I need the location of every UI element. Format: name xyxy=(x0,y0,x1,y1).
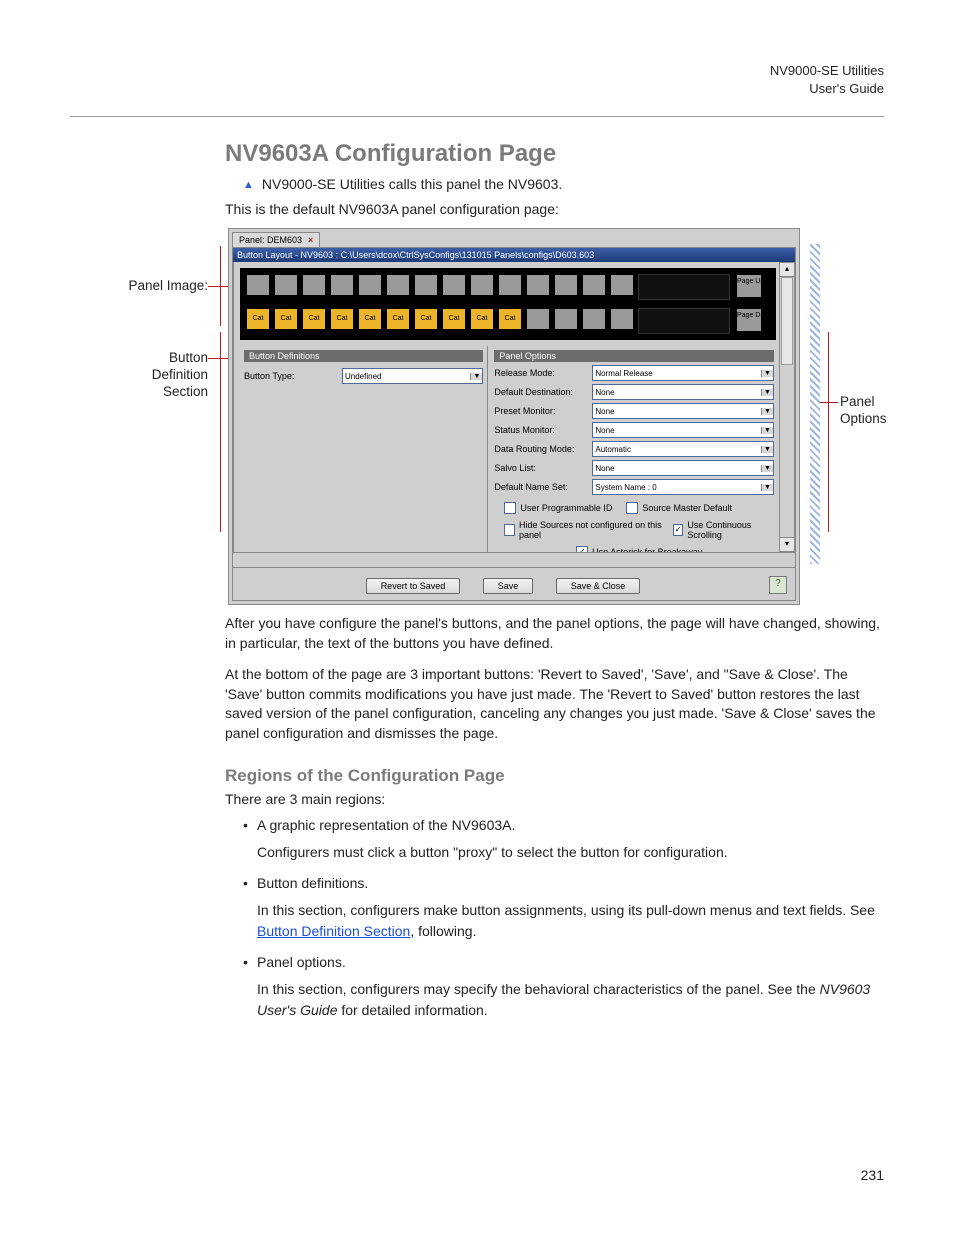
scroll-up-icon[interactable]: ▴ xyxy=(780,263,794,277)
checkbox-source-master-default[interactable]: Source Master Default xyxy=(626,502,732,514)
panel-button[interactable] xyxy=(582,308,606,330)
option-label: Status Monitor: xyxy=(494,425,592,435)
category-button[interactable]: Cat xyxy=(414,308,438,330)
panel-button[interactable] xyxy=(554,308,578,330)
panel-button[interactable] xyxy=(386,274,410,296)
panel-button[interactable] xyxy=(330,274,354,296)
option-select[interactable]: System Name : 0▼ xyxy=(592,479,774,495)
paragraph-after-2: At the bottom of the page are 3 importan… xyxy=(225,665,884,743)
panel-button[interactable] xyxy=(526,274,550,296)
option-label: Salvo List: xyxy=(494,463,592,473)
annotation-panel-options: Panel Options xyxy=(840,394,887,428)
chevron-down-icon: ▼ xyxy=(761,408,773,415)
option-label: Default Name Set: xyxy=(494,482,592,492)
category-button[interactable]: Cat xyxy=(302,308,326,330)
save-close-button[interactable]: Save & Close xyxy=(556,578,641,594)
scroll-down-icon[interactable]: ▾ xyxy=(780,537,794,551)
page-down-button[interactable]: Page Down xyxy=(736,308,762,332)
note-line: ▲NV9000-SE Utilities calls this panel th… xyxy=(243,176,884,192)
checkbox-continuous-scrolling[interactable]: ✓Use Continuous Scrolling xyxy=(673,520,774,540)
category-button[interactable]: Cat xyxy=(358,308,382,330)
option-select[interactable]: Automatic▼ xyxy=(592,441,774,457)
panel-button[interactable] xyxy=(302,274,326,296)
option-select[interactable]: None▼ xyxy=(592,384,774,400)
help-icon[interactable]: ? xyxy=(769,576,787,594)
annotation-button-definition: Button Definition Section xyxy=(100,350,208,401)
panel-button[interactable] xyxy=(274,274,298,296)
panel-image: Page UpSrc ModeClear CatCatCatCatCatCatC… xyxy=(240,268,776,340)
header-product: NV9000-SE Utilities xyxy=(770,62,884,80)
category-button[interactable]: Cat xyxy=(246,308,270,330)
triangle-icon: ▲ xyxy=(243,179,254,191)
category-button[interactable]: Cat xyxy=(470,308,494,330)
panel-button[interactable] xyxy=(246,274,270,296)
option-select[interactable]: None▼ xyxy=(592,422,774,438)
option-label: Preset Monitor: xyxy=(494,406,592,416)
option-label: Default Destination: xyxy=(494,387,592,397)
vertical-scrollbar[interactable]: ▴▾ xyxy=(779,262,795,552)
chevron-down-icon: ▼ xyxy=(761,389,773,396)
panel-display xyxy=(638,308,730,334)
chevron-down-icon: ▼ xyxy=(470,373,482,380)
checkbox-user-programmable-id[interactable]: User Programmable ID xyxy=(504,502,612,514)
link-button-definition-section[interactable]: Button Definition Section xyxy=(257,923,410,939)
checkbox-hide-sources[interactable]: Hide Sources not configured on this pane… xyxy=(504,520,662,540)
panel-button[interactable] xyxy=(582,274,606,296)
header-rule xyxy=(70,116,884,117)
save-button[interactable]: Save xyxy=(483,578,534,594)
button-type-select[interactable]: Undefined▼ xyxy=(342,368,483,384)
page-title: NV9603A Configuration Page xyxy=(225,140,884,168)
header-doc: User's Guide xyxy=(770,80,884,98)
page-up-button[interactable]: Page Up xyxy=(736,274,762,298)
screenshot-nv9603a-config: Panel: DEM603× Button Layout - NV9603 : … xyxy=(228,228,800,605)
chevron-down-icon: ▼ xyxy=(761,446,773,453)
option-select[interactable]: Normal Release▼ xyxy=(592,365,774,381)
panel-button[interactable] xyxy=(526,308,550,330)
chevron-down-icon: ▼ xyxy=(761,370,773,377)
regions-list: A graphic representation of the NV9603A.… xyxy=(243,815,884,1021)
section-button-definitions: Button Definitions xyxy=(244,350,483,362)
panel-display xyxy=(638,274,730,300)
panel-button[interactable] xyxy=(414,274,438,296)
close-icon[interactable]: × xyxy=(308,235,313,245)
annotation-panel-image: Panel Image: xyxy=(100,278,208,295)
category-button[interactable]: Cat xyxy=(498,308,522,330)
category-button[interactable]: Cat xyxy=(274,308,298,330)
running-header: NV9000-SE Utilities User's Guide xyxy=(770,62,884,97)
subheading-regions: Regions of the Configuration Page xyxy=(225,766,884,786)
button-type-label: Button Type: xyxy=(244,371,342,381)
option-select[interactable]: None▼ xyxy=(592,403,774,419)
revert-to-saved-button[interactable]: Revert to Saved xyxy=(366,578,461,594)
category-button[interactable]: Cat xyxy=(330,308,354,330)
section-panel-options: Panel Options xyxy=(494,350,774,362)
panel-button[interactable] xyxy=(358,274,382,296)
panel-button[interactable] xyxy=(470,274,494,296)
figure-configuration-page: Panel Image: Button Definition Section P… xyxy=(100,228,900,600)
chevron-down-icon: ▼ xyxy=(761,427,773,434)
intro-paragraph: This is the default NV9603A panel config… xyxy=(225,200,884,220)
category-button[interactable]: Cat xyxy=(386,308,410,330)
panel-button[interactable] xyxy=(610,308,634,330)
option-label: Data Routing Mode: xyxy=(494,444,592,454)
window-titlebar: Button Layout - NV9603 : C:\Users\dcox\C… xyxy=(233,248,795,262)
paragraph-after-1: After you have configure the panel's but… xyxy=(225,614,884,653)
option-label: Release Mode: xyxy=(494,368,592,378)
category-button[interactable]: Cat xyxy=(442,308,466,330)
panel-button[interactable] xyxy=(610,274,634,296)
panel-button[interactable] xyxy=(498,274,522,296)
page-number: 231 xyxy=(861,1167,884,1183)
panel-button[interactable] xyxy=(442,274,466,296)
panel-button[interactable] xyxy=(554,274,578,296)
option-select[interactable]: None▼ xyxy=(592,460,774,476)
chevron-down-icon: ▼ xyxy=(761,465,773,472)
footer-toolbar: Revert to Saved Save Save & Close ? xyxy=(233,567,795,600)
regions-intro: There are 3 main regions: xyxy=(225,790,884,810)
chevron-down-icon: ▼ xyxy=(761,484,773,491)
window-tab[interactable]: Panel: DEM603× xyxy=(232,232,320,247)
horizontal-scrollbar[interactable] xyxy=(233,552,795,567)
